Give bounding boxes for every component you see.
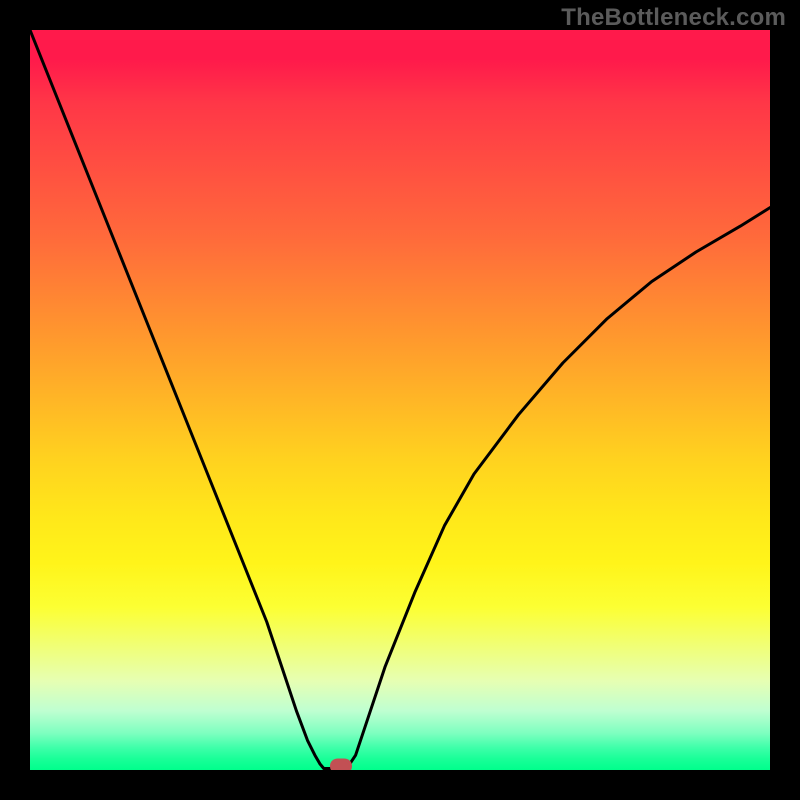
minimum-marker: [330, 758, 352, 770]
curve-svg: [30, 30, 770, 770]
watermark-text: TheBottleneck.com: [561, 4, 786, 32]
chart-frame: TheBottleneck.com: [0, 0, 800, 800]
plot-area: [30, 30, 770, 770]
